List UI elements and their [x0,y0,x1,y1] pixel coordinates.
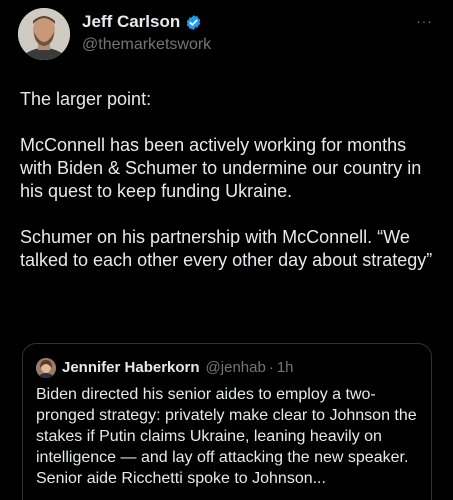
quoted-author-avatar[interactable] [36,358,56,378]
author-display-name[interactable]: Jeff Carlson [82,12,180,32]
quoted-tweet-text: Biden directed his senior aides to emplo… [36,386,417,487]
quoted-timestamp[interactable]: 1h [277,359,294,377]
tweet[interactable]: Jeff Carlson @themarketswork ··· The lar… [0,0,453,500]
quoted-tweet[interactable]: Jennifer Haberkorn @jenhab · 1h Biden di… [22,343,432,500]
quoted-tweet-header: Jennifer Haberkorn @jenhab · 1h [36,358,294,378]
tweet-text: The larger point: McConnell has been act… [20,89,433,270]
author-handle[interactable]: @themarketswork [82,35,211,55]
verified-badge-icon [185,14,202,31]
quoted-author-handle[interactable]: @jenhab [206,359,266,377]
tweet-header: Jeff Carlson @themarketswork ··· [18,8,439,60]
quoted-author-display-name[interactable]: Jennifer Haberkorn [62,359,200,377]
more-options-button[interactable]: ··· [416,14,433,28]
author-avatar[interactable] [18,8,70,60]
quoted-separator: · [268,359,274,376]
author-names: Jeff Carlson @themarketswork [82,12,211,55]
